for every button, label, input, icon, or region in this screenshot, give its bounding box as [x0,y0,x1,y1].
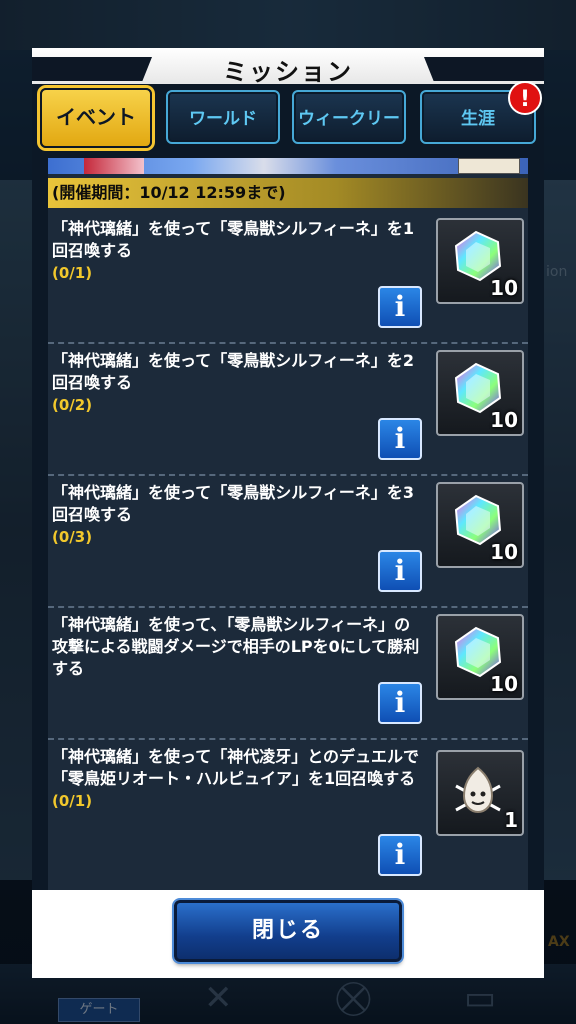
mission-text: 「神代璃緒」を使って「零鳥獣シルフィーネ」を3回召喚する [52,483,415,524]
mission-progress: (0/1) [52,792,93,810]
reward-quantity: 10 [490,276,518,300]
event-period: (開催期間：10/12 12:59まで) [48,178,528,208]
mission-item: 「神代璃緒」を使って、「零鳥獣シルフィーネ」の攻撃による戦闘ダメージで相手のLP… [48,608,528,740]
reward-quantity: 10 [490,408,518,432]
reward-box[interactable]: 10 [436,218,524,304]
mission-description: 「神代璃緒」を使って、「零鳥獣シルフィーネ」の攻撃による戦闘ダメージで相手のLP… [52,614,422,680]
mission-progress: (0/2) [52,396,93,414]
event-banner [48,158,528,174]
mission-item: 「神代璃緒」を使って「零鳥獣シルフィーネ」を1回召喚する (0/1) 10 i [48,212,528,344]
mission-progress: (0/1) [52,264,93,282]
mission-description: 「神代璃緒」を使って「零鳥獣シルフィーネ」を3回召喚する (0/3) [52,482,422,548]
tab-weekly[interactable]: ウィークリー [292,90,406,144]
mission-info-button[interactable]: i [378,682,422,724]
reward-quantity: 1 [504,808,518,832]
mission-text: 「神代璃緒」を使って、「零鳥獣シルフィーネ」の攻撃による戦闘ダメージで相手のLP… [52,615,420,678]
reward-quantity: 10 [490,540,518,564]
mission-item: 「神代璃緒」を使って「零鳥獣シルフィーネ」を3回召喚する (0/3) 10 i [48,476,528,608]
mission-description: 「神代璃緒」を使って「零鳥獣シルフィーネ」を2回召喚する (0/2) [52,350,422,416]
close-button[interactable]: 閉じる [174,900,402,962]
mission-progress: (0/3) [52,528,93,546]
reward-box[interactable]: 10 [436,482,524,568]
mission-description: 「神代璃緒」を使って「神代凌牙」とのデュエルで「零鳥姫リオート・ハルピュイア」を… [52,746,422,812]
reward-box[interactable]: 10 [436,350,524,436]
dialog-title: ミッション [223,58,353,86]
tab-world[interactable]: ワールド [166,90,280,144]
mission-item: 「神代璃緒」を使って「零鳥獣シルフィーネ」を2回召喚する (0/2) 10 i [48,344,528,476]
event-banner-card [458,158,520,174]
reward-box[interactable]: 10 [436,614,524,700]
mission-item: 「神代璃緒」を使って「神代凌牙」とのデュエルで「零鳥姫リオート・ハルピュイア」を… [48,740,528,890]
mission-description: 「神代璃緒」を使って「零鳥獣シルフィーネ」を1回召喚する (0/1) [52,218,422,284]
mission-info-button[interactable]: i [378,418,422,460]
mission-info-button[interactable]: i [378,286,422,328]
mission-info-button[interactable]: i [378,550,422,592]
reward-quantity: 10 [490,672,518,696]
mission-dialog: ミッション イベント ワールド ウィークリー 生涯 ! (開催期間：10/12 … [32,48,544,978]
event-banner-character [84,158,144,174]
tab-event[interactable]: イベント [40,88,152,148]
mission-text: 「神代璃緒」を使って「零鳥獣シルフィーネ」を1回召喚する [52,219,415,260]
mission-list[interactable]: (開催期間：10/12 12:59まで) 「神代璃緒」を使って「零鳥獣シルフィー… [48,158,528,891]
dialog-title-bar: ミッション [32,48,544,86]
mission-text: 「神代璃緒」を使って「零鳥獣シルフィーネ」を2回召喚する [52,351,415,392]
tab-lifetime-alert-badge: ! [508,81,542,115]
mission-panel: イベント ワールド ウィークリー 生涯 ! (開催期間：10/12 12:59ま… [32,81,544,891]
reward-box[interactable]: 1 [436,750,524,836]
dialog-footer: 閉じる [32,890,544,978]
mission-text: 「神代璃緒」を使って「神代凌牙」とのデュエルで「零鳥姫リオート・ハルピュイア」を… [52,747,420,788]
mission-info-button[interactable]: i [378,834,422,876]
